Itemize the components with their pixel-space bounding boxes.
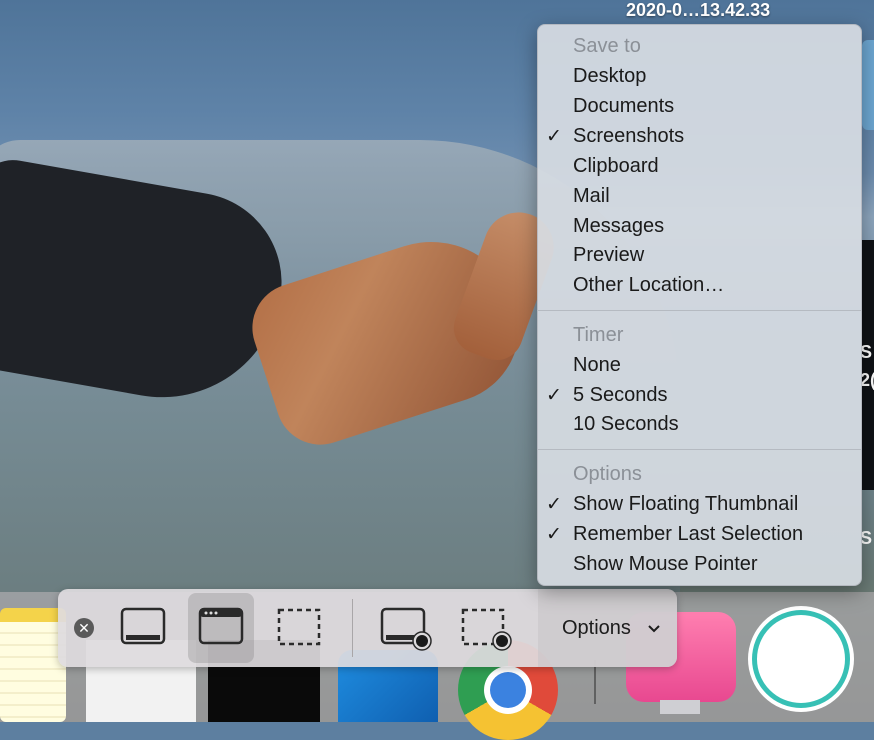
desktop-file-label-partial: 2( (860, 370, 874, 390)
checkmark-icon: ✓ (546, 494, 562, 515)
checkmark-icon: ✓ (546, 126, 562, 147)
circle-app-icon[interactable] (752, 610, 850, 708)
desktop-file-thumbnail-dark[interactable] (862, 240, 874, 490)
notes-app-icon[interactable] (0, 608, 66, 722)
capture-selection-icon (277, 608, 321, 646)
menu-item-desktop[interactable]: Desktop (538, 62, 861, 92)
capture-screen-icon (120, 607, 166, 645)
options-label: Options (562, 617, 631, 639)
menu-item-other-location[interactable]: Other Location… (538, 271, 861, 301)
menu-item-remember-last-selection[interactable]: ✓ Remember Last Selection (538, 520, 861, 550)
record-selection-icon (461, 608, 512, 651)
desktop-file-thumbnail[interactable] (862, 40, 874, 130)
capture-selected-portion-button[interactable] (266, 593, 332, 663)
record-entire-screen-button[interactable] (370, 593, 436, 663)
menu-item-mail[interactable]: Mail (538, 182, 861, 212)
capture-entire-screen-button[interactable] (110, 593, 176, 663)
menu-header-save-to: Save to (573, 35, 641, 57)
menu-item-timer-10-seconds[interactable]: 10 Seconds (538, 410, 861, 440)
screenshot-toolbar: ✕ Options (58, 589, 677, 667)
chevron-down-icon (648, 625, 660, 633)
options-menu-button[interactable]: Options (538, 589, 677, 667)
menu-item-timer-none[interactable]: None (538, 351, 861, 381)
checkmark-icon: ✓ (546, 524, 562, 545)
menu-header-options: Options (573, 463, 642, 485)
close-icon[interactable]: ✕ (74, 618, 94, 638)
menu-separator (538, 449, 861, 450)
menu-item-screenshots[interactable]: ✓ Screenshots (538, 122, 861, 152)
capture-window-icon (198, 607, 244, 645)
record-selected-portion-button[interactable] (450, 593, 516, 663)
menu-item-show-mouse-pointer[interactable]: Show Mouse Pointer (538, 550, 861, 580)
menu-item-timer-5-seconds[interactable]: ✓ 5 Seconds (538, 381, 861, 411)
toolbar-divider (352, 599, 353, 657)
menu-header-timer: Timer (573, 324, 624, 346)
menu-item-preview[interactable]: Preview (538, 241, 861, 271)
menu-item-messages[interactable]: Messages (538, 212, 861, 242)
desktop-file-label[interactable]: 2020-0…13.42.33 (626, 0, 770, 21)
options-dropdown-menu: Save to Desktop Documents ✓ Screenshots C… (537, 24, 862, 586)
checkmark-icon: ✓ (546, 385, 562, 406)
record-screen-icon (380, 607, 432, 651)
menu-item-documents[interactable]: Documents (538, 92, 861, 122)
capture-selected-window-button[interactable] (188, 593, 254, 663)
menu-item-clipboard[interactable]: Clipboard (538, 152, 861, 182)
menu-separator (538, 310, 861, 311)
menu-item-show-floating-thumbnail[interactable]: ✓ Show Floating Thumbnail (538, 490, 861, 520)
cleanmymac-app-stand (660, 700, 700, 714)
